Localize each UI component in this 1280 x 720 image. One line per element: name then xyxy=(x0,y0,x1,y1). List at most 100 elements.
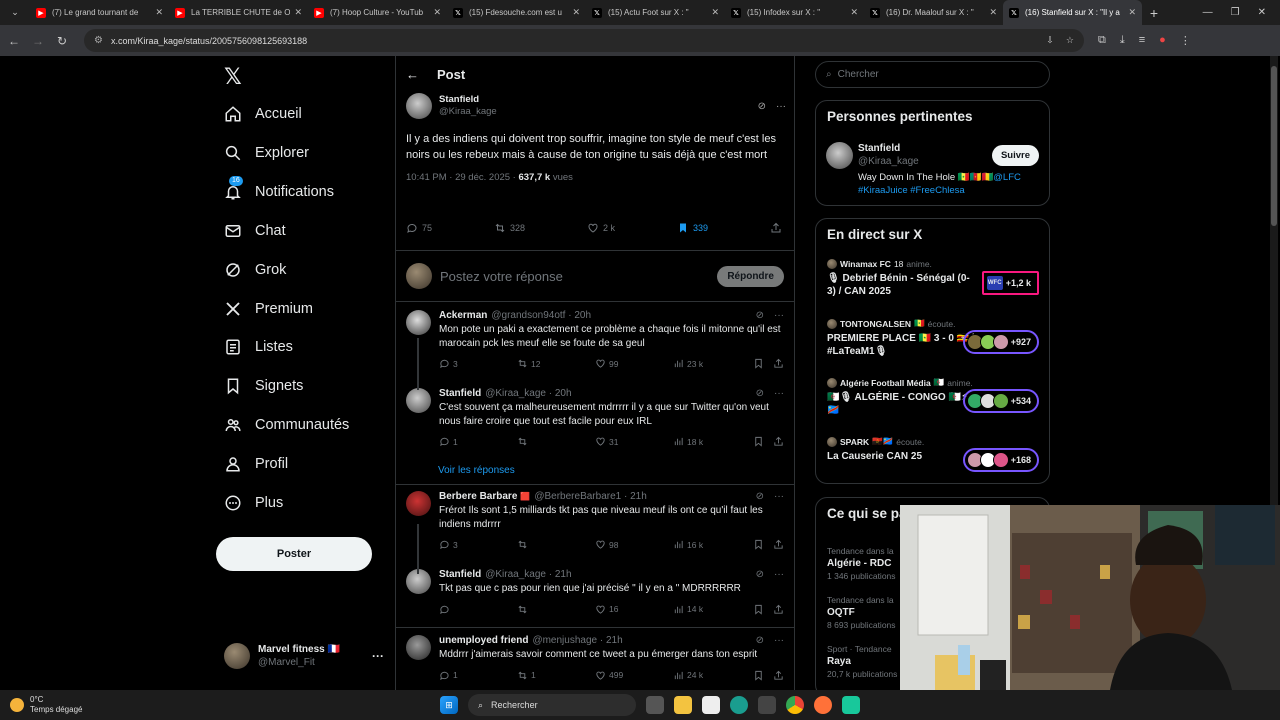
views-button[interactable]: 18 k xyxy=(673,436,753,447)
avatar[interactable] xyxy=(406,388,431,413)
avatar[interactable] xyxy=(406,491,431,516)
avatar[interactable] xyxy=(406,310,431,335)
chrome-icon[interactable] xyxy=(786,696,804,714)
author-name[interactable]: Stanfield xyxy=(439,388,481,399)
extensions-icon[interactable]: ⧉ xyxy=(1098,34,1106,47)
listeners-badge[interactable]: +168 xyxy=(962,448,1039,472)
nav-item-plus[interactable]: Plus xyxy=(224,491,283,515)
reply-button[interactable]: 1 xyxy=(439,436,517,447)
reply-submit-button[interactable]: Répondre xyxy=(717,265,784,287)
like-button[interactable]: 16 xyxy=(595,604,673,615)
reply-button[interactable]: 3 xyxy=(439,539,517,550)
nav-item-grok[interactable]: Grok xyxy=(224,258,286,282)
more-icon[interactable]: ··· xyxy=(774,310,784,321)
back-button[interactable]: ← xyxy=(2,34,26,48)
author-name[interactable]: Ackerman xyxy=(439,310,487,321)
bookmark-button[interactable] xyxy=(753,670,773,681)
views-button[interactable]: 16 k xyxy=(673,539,753,550)
browser-tab[interactable]: ▶ (7) Hoop Culture - YouTub ✕ xyxy=(308,0,447,25)
reply-button[interactable] xyxy=(439,604,517,615)
more-icon[interactable]: ··· xyxy=(774,491,784,502)
reload-button[interactable]: ↻ xyxy=(50,34,74,48)
bookmark-button[interactable] xyxy=(753,436,773,447)
close-window-button[interactable]: ✕ xyxy=(1258,7,1266,18)
more-icon[interactable]: ··· xyxy=(372,649,384,663)
store-icon[interactable] xyxy=(758,696,776,714)
nav-item-communautés[interactable]: Communautés xyxy=(224,413,349,437)
follow-button[interactable]: Suivre xyxy=(991,145,1039,166)
share-button[interactable] xyxy=(773,604,784,615)
grok-icon[interactable]: ⊘ xyxy=(756,388,764,399)
bookmark-button[interactable] xyxy=(753,358,773,369)
like-button[interactable]: 98 xyxy=(595,539,673,550)
grok-icon[interactable]: ⊘ xyxy=(756,491,764,502)
search-input[interactable]: ⌕ Chercher xyxy=(815,61,1050,88)
avatar[interactable] xyxy=(826,142,853,169)
minimize-button[interactable]: — xyxy=(1203,7,1213,18)
share-button[interactable] xyxy=(773,436,784,447)
close-tab-icon[interactable]: ✕ xyxy=(433,7,441,18)
bookmark-button[interactable] xyxy=(753,604,773,615)
live-space-item[interactable]: SPARK 🇦🇴🇨🇩 écoute. La Causerie CAN 25 +168 xyxy=(827,436,1039,472)
close-tab-icon[interactable]: ✕ xyxy=(850,7,858,18)
nav-item-profil[interactable]: Profil xyxy=(224,452,288,476)
browser-tab[interactable]: 𝕏 (16) Stanfield sur X : "Il y a ✕ xyxy=(1003,0,1142,25)
close-tab-icon[interactable]: ✕ xyxy=(572,7,580,18)
author-name[interactable]: unemployed friend xyxy=(439,635,528,646)
star-icon[interactable]: ☆ xyxy=(1066,35,1074,46)
windows-start-icon[interactable]: ⊞ xyxy=(440,696,458,714)
views-button[interactable]: 23 k xyxy=(673,358,753,369)
close-tab-icon[interactable]: ✕ xyxy=(989,7,997,18)
live-space-item[interactable]: Winamax FC 18 anime. 🎙 Debrief Bénin - Sén… xyxy=(827,259,1039,298)
see-replies-link[interactable]: Voir les réponses xyxy=(438,465,515,476)
author-handle[interactable]: @menjushage · 21h xyxy=(532,635,622,646)
close-tab-icon[interactable]: ✕ xyxy=(294,7,302,18)
tab-search-button[interactable]: ⌄ xyxy=(0,0,30,25)
profile-icon[interactable]: ● xyxy=(1159,34,1166,47)
bookmark-button[interactable]: 339 xyxy=(677,222,708,234)
views-button[interactable]: 24 k xyxy=(673,670,753,681)
install-icon[interactable]: ⇩ xyxy=(1046,35,1054,46)
author-handle[interactable]: @grandson94otf · 20h xyxy=(491,310,591,321)
site-info-icon[interactable]: ⚙ xyxy=(94,35,103,46)
back-arrow-icon[interactable]: ← xyxy=(406,67,419,82)
author-handle[interactable]: @Kiraa_kage · 20h xyxy=(485,388,571,399)
avatar[interactable] xyxy=(406,93,432,119)
menu-icon[interactable]: ⋮ xyxy=(1180,34,1191,47)
author-name[interactable]: Stanfield xyxy=(439,569,481,580)
trend-item[interactable]: Tendance dans la Algérie - RDC 1 346 publi… xyxy=(827,546,896,582)
trend-item[interactable]: Tendance dans la OQTF 8 693 publications xyxy=(827,595,896,631)
author-name[interactable]: Berbere Barbare xyxy=(439,491,517,502)
repost-button[interactable]: 328 xyxy=(494,222,525,234)
listeners-badge[interactable]: +927 xyxy=(962,330,1039,354)
reply-input[interactable]: Postez votre réponse xyxy=(440,269,563,284)
more-icon[interactable]: ··· xyxy=(774,388,784,399)
nav-item-chat[interactable]: Chat xyxy=(224,219,286,243)
reply-button[interactable]: 3 xyxy=(439,358,517,369)
grok-icon[interactable]: ⊘ xyxy=(756,310,764,321)
maximize-button[interactable]: ❐ xyxy=(1231,7,1240,18)
post-button[interactable]: Poster xyxy=(216,537,372,571)
address-bar[interactable]: ⚙ x.com/Kiraa_kage/status/20057560981256… xyxy=(84,29,1084,52)
account-switcher[interactable]: Marvel fitness 🇫🇷 @Marvel_Fit ··· xyxy=(224,643,384,669)
live-space-item[interactable]: Algérie Football Média 🇩🇿 anime. 🇩🇿🎙 ALGÉR… xyxy=(827,377,1039,417)
app-icon[interactable] xyxy=(842,696,860,714)
repost-button[interactable]: 12 xyxy=(517,358,595,369)
close-tab-icon[interactable]: ✕ xyxy=(711,7,719,18)
nav-item-premium[interactable]: Premium xyxy=(224,297,313,321)
post-time[interactable]: 10:41 PM · 29 déc. 2025 · xyxy=(406,172,518,183)
browser-tab[interactable]: 𝕏 (15) Actu Foot sur X : " ✕ xyxy=(586,0,725,25)
like-button[interactable]: 2 k xyxy=(587,222,615,234)
trend-item[interactable]: Sport · Tendance Raya 20,7 k publications xyxy=(827,644,897,680)
avatar[interactable] xyxy=(406,635,431,660)
share-button[interactable] xyxy=(773,670,784,681)
more-icon[interactable]: ··· xyxy=(776,101,786,112)
nav-item-notifications[interactable]: 16 Notifications xyxy=(224,175,334,204)
nav-item-listes[interactable]: Listes xyxy=(224,335,293,359)
reply-post[interactable]: Stanfield @Kiraa_kage · 20h ⊘ ··· C'est sou… xyxy=(396,388,794,447)
grok-icon[interactable]: ⊘ xyxy=(758,101,766,112)
edge-icon[interactable] xyxy=(730,696,748,714)
reply-post[interactable]: Berbere Barbare 🟥 @BerbereBarbare1 · 21h ⊘ ·… xyxy=(396,491,794,550)
grok-icon[interactable]: ⊘ xyxy=(756,635,764,646)
task-view-icon[interactable] xyxy=(646,696,664,714)
